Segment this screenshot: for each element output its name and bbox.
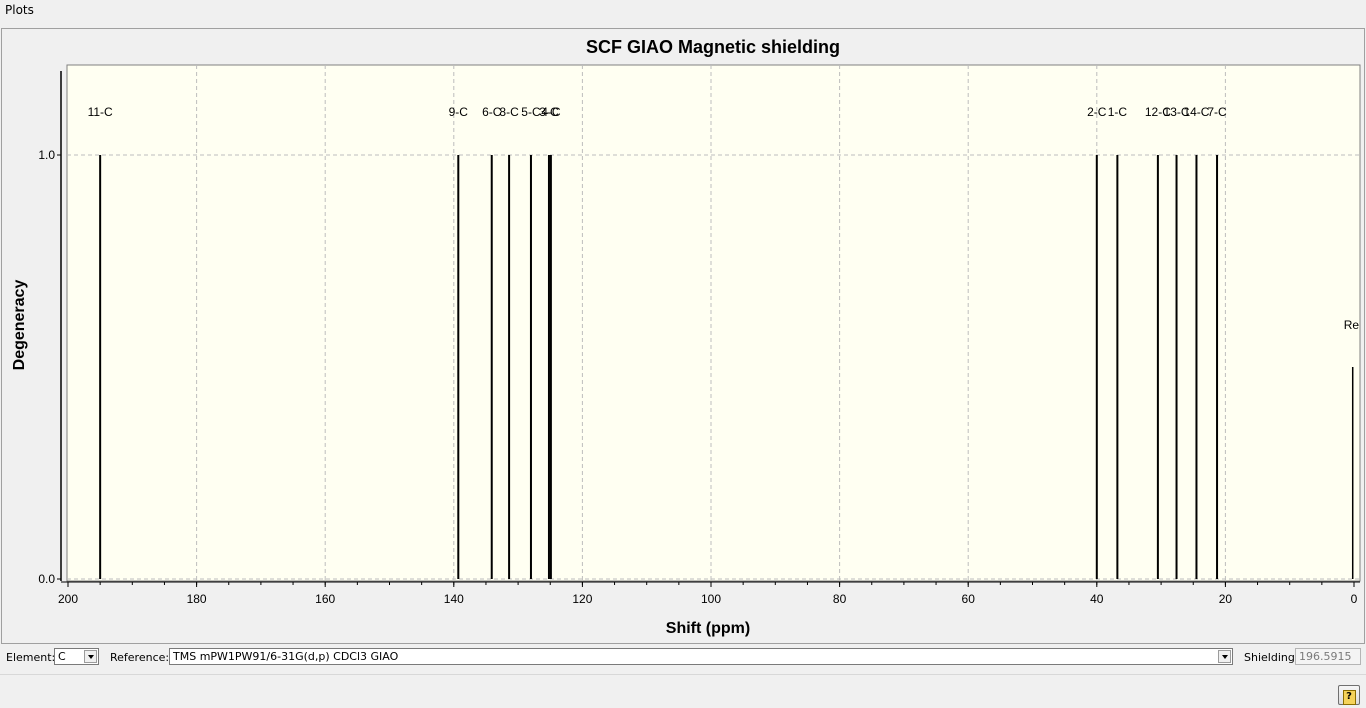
peak-label: 1-C [1108, 105, 1128, 119]
peak-label: 8-C [499, 105, 519, 119]
chevron-down-icon[interactable] [1218, 650, 1231, 663]
peak-label: 9-C [449, 105, 469, 119]
x-tick-label: 140 [444, 592, 464, 606]
y-axis-label: Degeneracy [11, 280, 28, 371]
peak-label: 14-C [1183, 105, 1209, 119]
reference-select[interactable]: TMS mPW1PW91/6-31G(d,p) CDCl3 GIAO [169, 648, 1233, 665]
x-tick-label: 40 [1090, 592, 1104, 606]
peak-label: 11-C [88, 105, 113, 119]
chevron-down-icon[interactable] [84, 650, 97, 663]
y-tick-label: 1.0 [38, 148, 55, 162]
menu-bar: Plots [0, 0, 1366, 22]
plot-panel: SCF GIAO Magnetic shielding 200 180 160 140… [1, 28, 1365, 644]
x-tick-label: 60 [962, 592, 976, 606]
x-axis-label: Shift (ppm) [666, 620, 750, 637]
element-select[interactable]: C [54, 648, 99, 665]
nmr-chart: SCF GIAO Magnetic shielding 200 180 160 140… [11, 37, 1361, 637]
reference-select-value: TMS mPW1PW91/6-31G(d,p) CDCl3 GIAO [173, 650, 399, 663]
y-tick-label: 0.0 [38, 572, 55, 586]
element-label: Element: [6, 651, 56, 664]
x-tick-label: 20 [1219, 592, 1233, 606]
divider [0, 674, 1366, 675]
x-tick-label: 80 [833, 592, 847, 606]
reference-label: Re [1344, 318, 1360, 332]
shielding-field: 196.5915 [1295, 648, 1361, 665]
help-icon: ? [1342, 690, 1356, 705]
x-tick-label: 200 [58, 592, 78, 606]
x-tick-label: 100 [701, 592, 721, 606]
peak-label: 5-C [521, 105, 541, 119]
help-button[interactable]: ? [1338, 685, 1360, 705]
menu-plots[interactable]: Plots [5, 3, 34, 17]
x-tick-label: 0 [1351, 592, 1358, 606]
element-select-value: C [58, 650, 66, 663]
x-tick-label: 120 [572, 592, 592, 606]
peak-label: 4-C [541, 105, 561, 119]
controls-bar: Element: C Reference: TMS mPW1PW91/6-31G… [0, 644, 1366, 674]
shielding-label: Shielding: [1244, 651, 1299, 664]
plot-area [66, 64, 1361, 582]
x-tick-label: 180 [187, 592, 207, 606]
reference-label: Reference: [110, 651, 170, 664]
chart-title: SCF GIAO Magnetic shielding [586, 37, 840, 57]
peak-label: 7-C [1207, 105, 1227, 119]
peak-label: 2-C [1087, 105, 1107, 119]
x-tick-label: 160 [315, 592, 335, 606]
